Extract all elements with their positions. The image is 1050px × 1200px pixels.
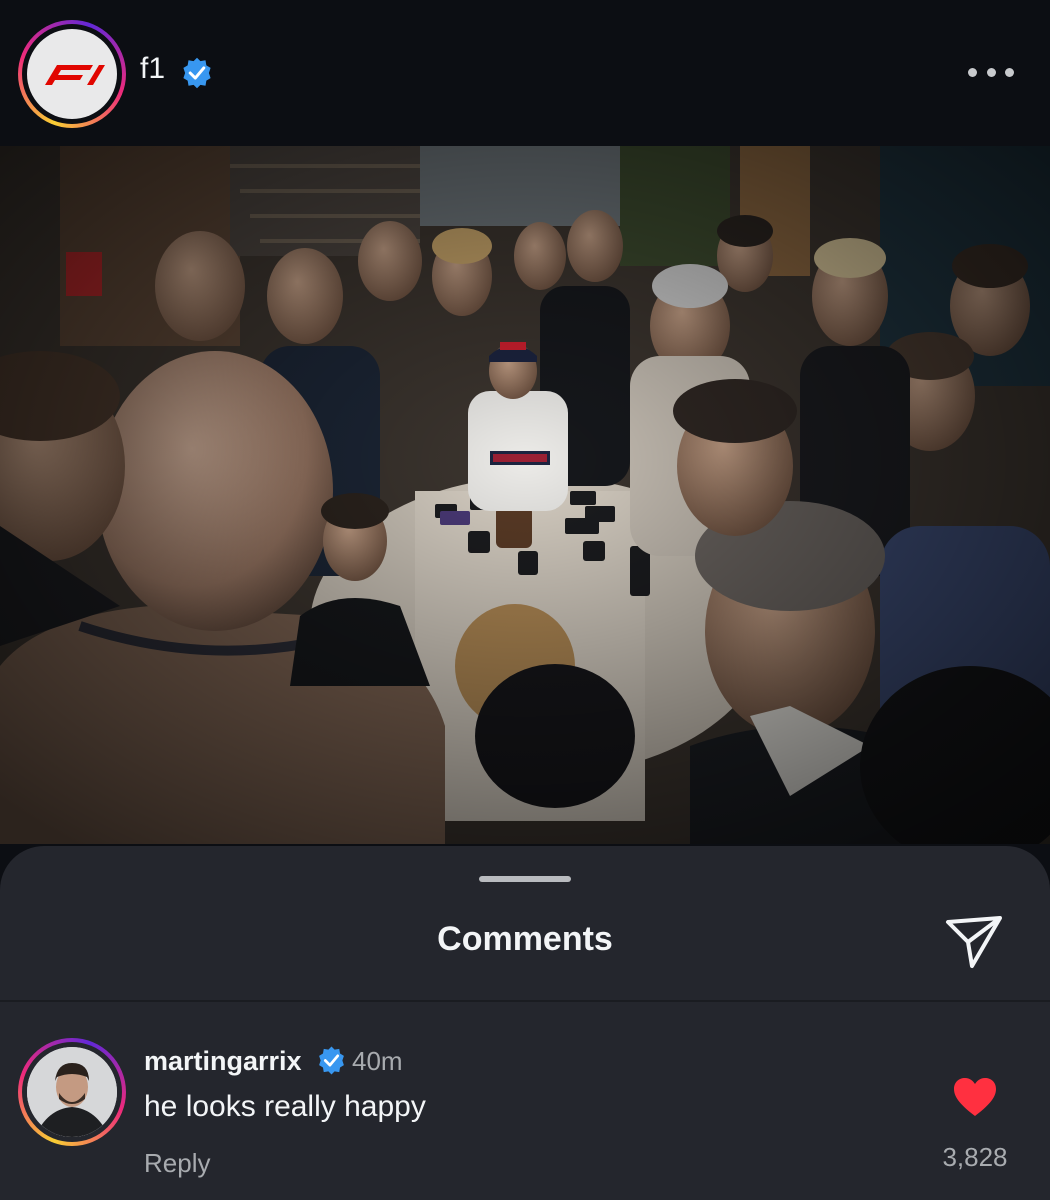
verified-badge-icon <box>319 1046 344 1075</box>
sheet-grabber[interactable] <box>479 876 571 882</box>
comment-timestamp: 40m <box>352 1046 403 1076</box>
account-avatar[interactable] <box>18 20 126 128</box>
sheet-divider <box>0 1000 1050 1002</box>
post-header: f1 <box>0 0 1050 146</box>
comments-title: Comments <box>437 920 613 958</box>
more-options-icon[interactable] <box>968 62 1014 82</box>
commenter-avatar[interactable] <box>18 1038 126 1146</box>
like-count: 3,828 <box>942 1142 1008 1172</box>
user-portrait-icon <box>27 1047 117 1137</box>
heart-icon[interactable] <box>952 1076 998 1118</box>
post-username[interactable]: f1 <box>140 52 165 86</box>
comment-text: he looks really happy <box>144 1090 426 1123</box>
share-send-icon[interactable] <box>942 908 1006 972</box>
reply-button[interactable]: Reply <box>144 1148 210 1179</box>
press-scrum-photo <box>0 146 1050 844</box>
f1-logo-icon <box>45 65 105 85</box>
comments-sheet: Comments <box>0 846 1050 1200</box>
post-photo[interactable] <box>0 146 1050 844</box>
instagram-post-view: f1 Comments martingarrix 40m he looks re… <box>0 0 1050 1200</box>
verified-badge-icon <box>183 57 211 89</box>
comment-username[interactable]: martingarrix <box>144 1046 302 1077</box>
